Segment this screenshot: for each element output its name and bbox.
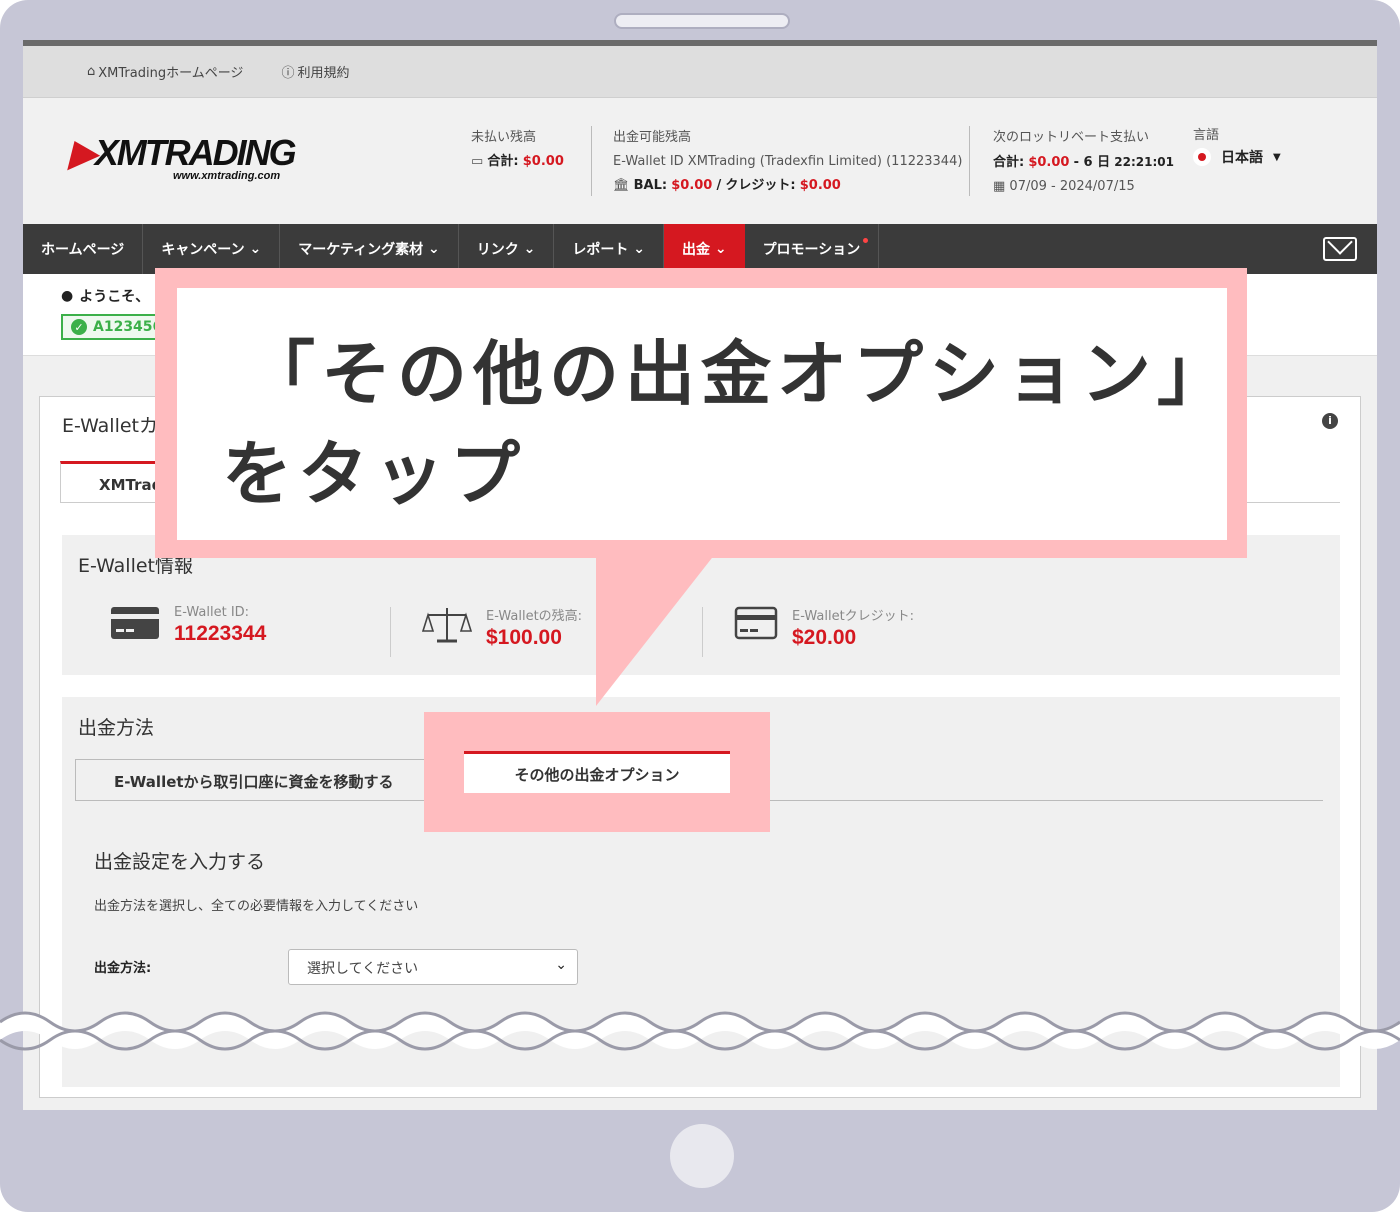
logo[interactable]: ▶XMTRADING www.xmtrading.com	[69, 132, 297, 182]
rebate-label: 次のロットリベート支払い	[993, 130, 1150, 145]
nav-home-label: ホームページ	[41, 242, 125, 258]
tablet-frame: ⌂ XMTradingホームページ ⓘ 利用規約 ▶XMTRADING www.…	[0, 0, 1400, 1212]
caret-down-icon: ▼	[1273, 151, 1281, 163]
nav-withdraw[interactable]: 出金 ⌄	[663, 224, 745, 274]
chevron-down-icon: ⌄	[633, 241, 645, 257]
credit-label: クレジット:	[725, 178, 796, 193]
rebate-info: 次のロットリベート支払い 合計: $0.00 - 6 日 22:21:01 ▦ …	[993, 126, 1174, 199]
language-selector[interactable]: 言語 日本語 ▼	[1193, 124, 1281, 167]
nav-promotion[interactable]: プロモーション	[745, 224, 880, 274]
withdraw-method-label: 出金方法:	[94, 961, 152, 976]
rebate-days: - 6 日	[1073, 155, 1111, 170]
withdraw-settings-title: 出金設定を入力する	[94, 851, 266, 873]
credit-value: $0.00	[799, 178, 841, 193]
home-icon: ⌂	[87, 64, 96, 79]
logo-mark-icon: ▶	[69, 132, 97, 173]
wallet-line: E-Wallet ID XMTrading (Tradexfin Limited…	[613, 154, 963, 169]
ewallet-balance-value: $100.00	[486, 626, 562, 649]
chevron-down-icon: ⌄	[428, 241, 440, 257]
calendar-icon: ▦	[993, 179, 1010, 194]
ewallet-id-value: 11223344	[174, 622, 267, 645]
withdraw-method-select[interactable]: 選択してください ⌄	[288, 949, 578, 985]
ewallet-credit-value: $20.00	[792, 626, 857, 649]
welcome-greeting: ようこそ、	[79, 289, 150, 305]
mail-icon[interactable]	[1323, 237, 1357, 261]
tab-transfer-to-account[interactable]: E-Walletから取引口座に資金を移動する	[75, 759, 427, 801]
card-icon	[111, 607, 159, 639]
language-value: 日本語	[1221, 150, 1263, 166]
nav-promotion-label: プロモーション	[762, 242, 861, 258]
bal-value: $0.00	[671, 178, 713, 193]
utility-terms-link[interactable]: ⓘ 利用規約	[281, 62, 349, 81]
tablet-home-button	[670, 1124, 734, 1188]
unpaid-label: 未払い残高	[471, 130, 537, 145]
nav-withdraw-label: 出金	[681, 242, 710, 258]
chevron-down-icon: ⌄	[555, 957, 567, 973]
info-icon[interactable]: i	[1322, 413, 1338, 429]
nav-links-label: リンク	[476, 242, 519, 258]
user-icon: ●	[61, 288, 74, 304]
unpaid-total-value: $0.00	[522, 154, 564, 169]
chevron-down-icon: ⌄	[714, 241, 727, 257]
language-label: 言語	[1193, 128, 1220, 143]
ewallet-id-block: E-Wallet ID: 11223344	[110, 605, 266, 646]
nav-marketing-label: マーケティング素材	[298, 242, 424, 258]
nav-reports[interactable]: レポート ⌄	[554, 224, 664, 274]
torn-edge	[0, 1011, 1400, 1051]
chevron-down-icon: ⌄	[523, 241, 536, 257]
scale-icon	[422, 608, 472, 643]
ewallet-balance-block: E-Walletの残高: $100.00	[422, 605, 582, 650]
rebate-period: 07/09 - 2024/07/15	[1009, 179, 1135, 194]
ewallet-divider	[390, 607, 391, 657]
bal-sep: /	[716, 178, 722, 193]
unpaid-total-label: 合計:	[487, 154, 519, 169]
unpaid-balance: 未払い残高 ▭ 合計: $0.00	[471, 126, 564, 174]
ewallet-balance-label: E-Walletの残高:	[486, 609, 583, 624]
nav-marketing[interactable]: マーケティング素材 ⌄	[280, 224, 459, 274]
info-icon: ⓘ	[281, 66, 295, 81]
ewallet-credit-label: E-Walletクレジット:	[792, 609, 915, 624]
callout-text-line1: 「その他の出金オプション」	[245, 333, 1233, 415]
panel-title: E-Walletカ	[62, 415, 159, 437]
withdrawable-label: 出金可能残高	[613, 130, 692, 145]
rebate-total-value: $0.00	[1028, 155, 1070, 170]
nav-campaign[interactable]: キャンペーン ⌄	[143, 224, 281, 274]
screen: ⌂ XMTradingホームページ ⓘ 利用規約 ▶XMTRADING www.…	[23, 40, 1377, 1110]
main-nav: ホームページ キャンペーン ⌄ マーケティング素材 ⌄ リンク ⌄ レポート ⌄…	[23, 224, 1377, 274]
ewallet-credit-block: E-Walletクレジット: $20.00	[734, 605, 914, 650]
chevron-down-icon: ⌄	[249, 241, 262, 257]
check-icon: ✓	[71, 319, 87, 335]
nav-home[interactable]: ホームページ	[23, 224, 144, 274]
header: ▶XMTRADING www.xmtrading.com 未払い残高 ▭ 合計:…	[23, 98, 1377, 224]
bal-label: BAL:	[633, 178, 668, 193]
utility-bar: ⌂ XMTradingホームページ ⓘ 利用規約	[23, 46, 1377, 98]
tab-other-withdraw-options[interactable]: その他の出金オプション	[464, 751, 730, 793]
utility-home-link[interactable]: ⌂ XMTradingホームページ	[87, 62, 243, 81]
ewallet-id-label: E-Wallet ID:	[174, 605, 250, 620]
bank-icon: 🏛	[613, 178, 634, 193]
header-divider	[591, 126, 592, 196]
rebate-time: 22:21:01	[1114, 155, 1174, 169]
withdraw-method-value: 選択してください	[307, 961, 419, 977]
utility-terms-label: 利用規約	[297, 66, 350, 81]
tablet-speaker	[614, 13, 790, 29]
logo-url: www.xmtrading.com	[173, 170, 281, 182]
card-icon: ▭	[471, 154, 488, 169]
utility-home-label: XMTradingホームページ	[98, 66, 244, 81]
callout-text-line2: をタップ	[222, 433, 526, 515]
credit-card-icon	[734, 606, 778, 640]
withdraw-title: 出金方法	[78, 717, 155, 739]
notification-dot	[863, 238, 869, 243]
nav-campaign-label: キャンペーン	[161, 242, 245, 258]
account-number: A123456	[93, 319, 163, 335]
nav-links[interactable]: リンク ⌄	[459, 224, 555, 274]
rebate-total-label: 合計:	[993, 155, 1025, 170]
logo-brand: XMTRADING	[94, 132, 297, 173]
withdrawable-balance: 出金可能残高 E-Wallet ID XMTrading (Tradexfin …	[613, 126, 962, 198]
header-divider	[969, 126, 970, 196]
japan-flag-icon	[1193, 148, 1211, 166]
nav-reports-label: レポート	[572, 242, 629, 258]
ewallet-divider	[702, 607, 703, 657]
withdraw-description: 出金方法を選択し、全ての必要情報を入力してください	[94, 899, 419, 914]
